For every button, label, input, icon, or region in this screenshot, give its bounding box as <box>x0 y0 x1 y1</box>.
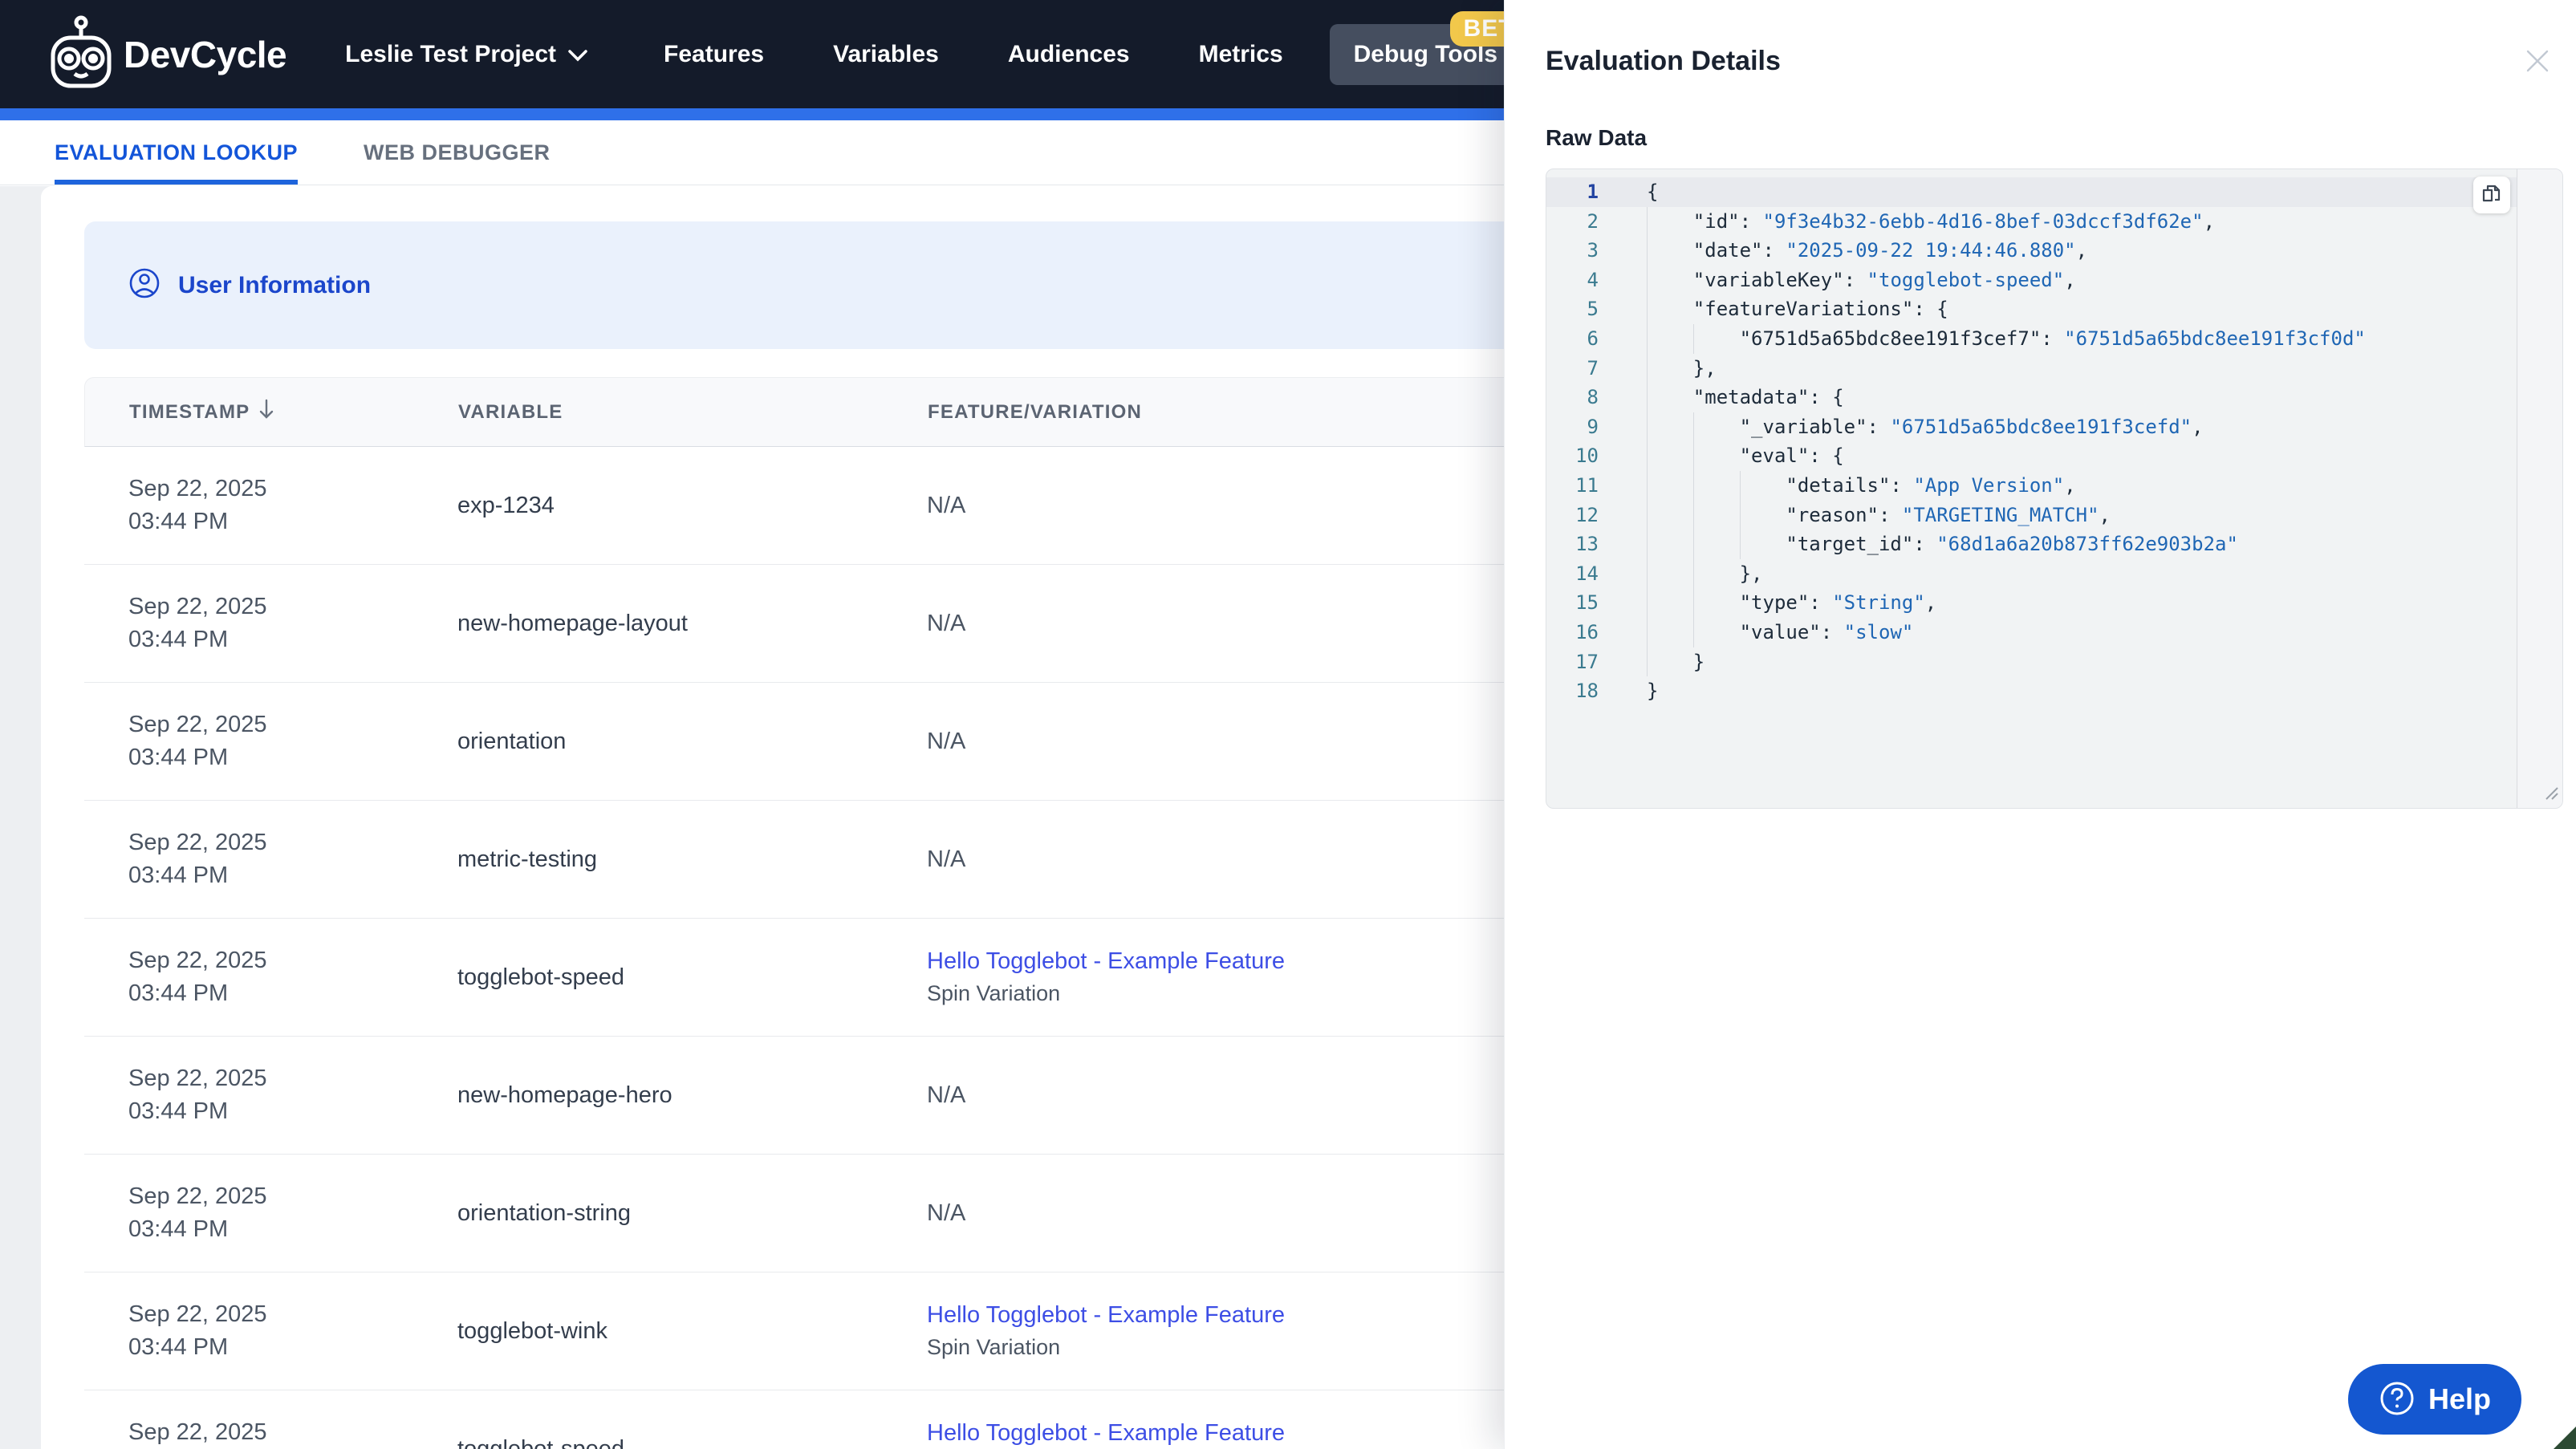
brand-wordmark: DevCycle <box>124 33 287 75</box>
user-circle-icon <box>128 267 160 303</box>
column-header-timestamp[interactable]: TIMESTAMP <box>85 399 458 425</box>
code-line: 7 }, <box>1546 353 2517 384</box>
timestamp-cell: Sep 22, 2025 03:44 PM <box>128 1065 267 1124</box>
evaluation-details-panel: Evaluation Details Raw Data 1{2 "id": "9… <box>1504 0 2576 1449</box>
code-line: 10 "eval": { <box>1546 441 2517 471</box>
code-lines: 1{2 "id": "9f3e4b32-6ebb-4d16-8bef-03dcc… <box>1546 177 2517 706</box>
code-line: 6 "6751d5a65bdc8ee191f3cef7": "6751d5a65… <box>1546 323 2517 354</box>
raw-data-label: Raw Data <box>1546 125 1648 150</box>
variable-cell: new-homepage-hero <box>457 1082 672 1108</box>
variable-cell: togglebot-wink <box>457 1317 607 1344</box>
line-number: 2 <box>1587 209 1599 233</box>
code-line: 15 "type": "String", <box>1546 588 2517 618</box>
devcycle-logo-icon <box>50 15 112 93</box>
line-number: 3 <box>1587 239 1599 262</box>
line-number: 13 <box>1575 533 1599 556</box>
code-line: 13 "target_id": "68d1a6a20b873ff62e903b2… <box>1546 530 2517 559</box>
code-line: 5 "featureVariations": { <box>1546 294 2517 324</box>
nav-item-metrics[interactable]: Metrics <box>1199 41 1283 68</box>
resize-handle-icon[interactable] <box>2540 781 2559 805</box>
code-line: 14 }, <box>1546 558 2517 589</box>
variable-cell: orientation-string <box>457 1199 631 1226</box>
nav-item-variables[interactable]: Variables <box>833 41 939 68</box>
line-number: 5 <box>1587 298 1599 321</box>
code-line: 9 "_variable": "6751d5a65bdc8ee191f3cefd… <box>1546 412 2517 442</box>
line-number: 14 <box>1575 562 1599 585</box>
line-number: 6 <box>1587 327 1599 350</box>
close-icon[interactable] <box>2523 47 2552 75</box>
nav-item-audiences[interactable]: Audiences <box>1008 41 1130 68</box>
code-line: 18} <box>1546 676 2517 706</box>
sort-desc-icon <box>258 399 275 425</box>
copy-icon <box>2482 185 2501 202</box>
timestamp-cell: Sep 22, 2025 03:44 PM <box>128 476 267 534</box>
corner-decoration <box>2554 1427 2576 1449</box>
variable-cell: exp-1234 <box>457 492 555 518</box>
line-number: 4 <box>1587 268 1599 291</box>
line-number: 7 <box>1587 356 1599 380</box>
panel-title: Evaluation Details <box>1546 46 1781 76</box>
code-line: 3 "date": "2025-09-22 19:44:46.880", <box>1546 236 2517 266</box>
line-number: 15 <box>1575 591 1599 615</box>
timestamp-cell: Sep 22, 2025 03:44 PM <box>128 594 267 652</box>
nav-menu: Features Variables Audiences Metrics <box>664 41 1283 68</box>
timestamp-cell: Sep 22, 2025 03:44 PM <box>128 712 267 770</box>
banner-title: User Information <box>178 271 372 298</box>
debug-tools-button[interactable]: Debug Tools BETA <box>1329 10 1545 85</box>
timestamp-cell: Sep 22, 2025 03:44 PM <box>128 948 267 1006</box>
line-number: 17 <box>1575 650 1599 673</box>
code-scroll-strip <box>2517 169 2562 808</box>
raw-data-code-block: 1{2 "id": "9f3e4b32-6ebb-4d16-8bef-03dcc… <box>1546 168 2563 809</box>
project-name: Leslie Test Project <box>345 40 557 67</box>
chevron-down-icon <box>567 41 588 68</box>
code-line: 17 } <box>1546 647 2517 677</box>
variable-cell: togglebot-speed <box>457 1435 624 1449</box>
line-number: 8 <box>1587 386 1599 409</box>
line-number: 11 <box>1575 473 1599 497</box>
variable-cell: orientation <box>457 728 567 754</box>
timestamp-cell: Sep 22, 2025 03:44 PM <box>128 1419 267 1445</box>
code-line: 16 "value": "slow" <box>1546 617 2517 647</box>
code-line: 12 "reason": "TARGETING_MATCH", <box>1546 500 2517 530</box>
code-line: 1{ <box>1546 177 2517 207</box>
nav-item-features[interactable]: Features <box>664 41 764 68</box>
help-label: Help <box>2428 1382 2491 1415</box>
line-number: 18 <box>1575 680 1599 703</box>
tab-web-debugger[interactable]: WEB DEBUGGER <box>364 120 551 185</box>
code-line: 11 "details": "App Version", <box>1546 470 2517 501</box>
line-number: 10 <box>1575 444 1599 468</box>
devcycle-brand[interactable]: DevCycle <box>50 15 287 93</box>
line-number: 9 <box>1587 415 1599 438</box>
timestamp-cell: Sep 22, 2025 03:44 PM <box>128 1183 267 1242</box>
line-number: 12 <box>1575 503 1599 526</box>
code-line: 4 "variableKey": "togglebot-speed", <box>1546 265 2517 295</box>
line-number: 1 <box>1587 181 1599 203</box>
copy-button[interactable] <box>2473 177 2510 213</box>
tab-evaluation-lookup[interactable]: EVALUATION LOOKUP <box>55 120 298 185</box>
variable-cell: new-homepage-layout <box>457 610 688 636</box>
variable-cell: metric-testing <box>457 846 598 872</box>
help-icon <box>2379 1380 2416 1419</box>
column-header-variable[interactable]: VARIABLE <box>458 401 928 424</box>
help-button[interactable]: Help <box>2347 1364 2521 1435</box>
timestamp-cell: Sep 22, 2025 03:44 PM <box>128 830 267 888</box>
timestamp-cell: Sep 22, 2025 03:44 PM <box>128 1301 267 1360</box>
code-line: 8 "metadata": { <box>1546 383 2517 412</box>
project-selector[interactable]: Leslie Test Project <box>345 41 588 68</box>
variable-cell: togglebot-speed <box>457 964 624 990</box>
line-number: 16 <box>1575 620 1599 643</box>
code-line: 2 "id": "9f3e4b32-6ebb-4d16-8bef-03dccf3… <box>1546 206 2517 237</box>
